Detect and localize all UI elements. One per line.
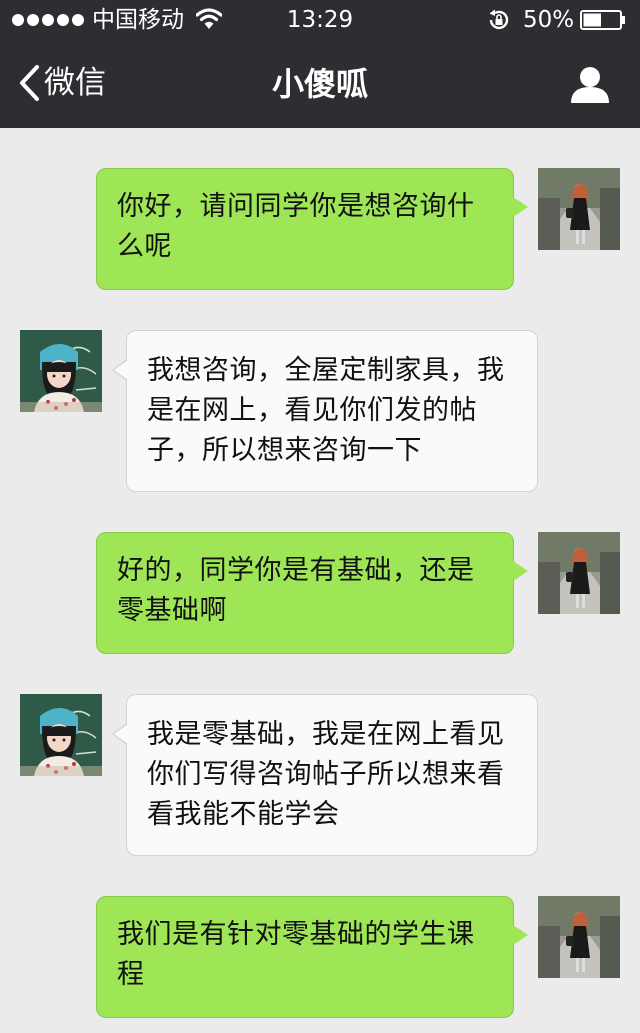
message-bubble[interactable]: 我们是有针对零基础的学生课程 [96, 896, 528, 1018]
message-text: 我是零基础，我是在网上看见你们写得咨询帖子所以想来看看我能不能学会 [147, 719, 505, 830]
contact-profile-icon[interactable] [570, 66, 610, 104]
battery-icon [580, 10, 625, 30]
my-avatar[interactable] [538, 168, 620, 250]
rotation-lock-icon [489, 9, 509, 30]
message-text: 我想咨询，全屋定制家具，我是在网上，看见你们发的帖子，所以想来咨询一下 [147, 355, 505, 466]
contact-avatar[interactable] [20, 694, 102, 776]
message-bubble[interactable]: 我是零基础，我是在网上看见你们写得咨询帖子所以想来看看我能不能学会 [112, 694, 538, 856]
my-avatar[interactable] [538, 532, 620, 614]
status-bar: 中国移动 13:29 50% [0, 0, 640, 40]
contact-avatar[interactable] [20, 330, 102, 412]
message-text: 好的，同学你是有基础，还是零基础啊 [117, 555, 475, 626]
message-bubble[interactable]: 好的，同学你是有基础，还是零基础啊 [96, 532, 528, 654]
battery-percent: 50% [523, 7, 575, 33]
my-avatar[interactable] [538, 896, 620, 978]
message-bubble[interactable]: 你好，请问同学你是想咨询什么呢 [96, 168, 528, 290]
chat-title: 小傻呱 [271, 65, 368, 103]
message-text: 你好，请问同学你是想咨询什么呢 [117, 191, 475, 262]
header-bar: 中国移动 13:29 50% 微信 小傻呱 [0, 0, 640, 128]
message-bubble[interactable]: 我想咨询，全屋定制家具，我是在网上，看见你们发的帖子，所以想来咨询一下 [112, 330, 538, 492]
message-text: 我们是有针对零基础的学生课程 [117, 919, 475, 990]
